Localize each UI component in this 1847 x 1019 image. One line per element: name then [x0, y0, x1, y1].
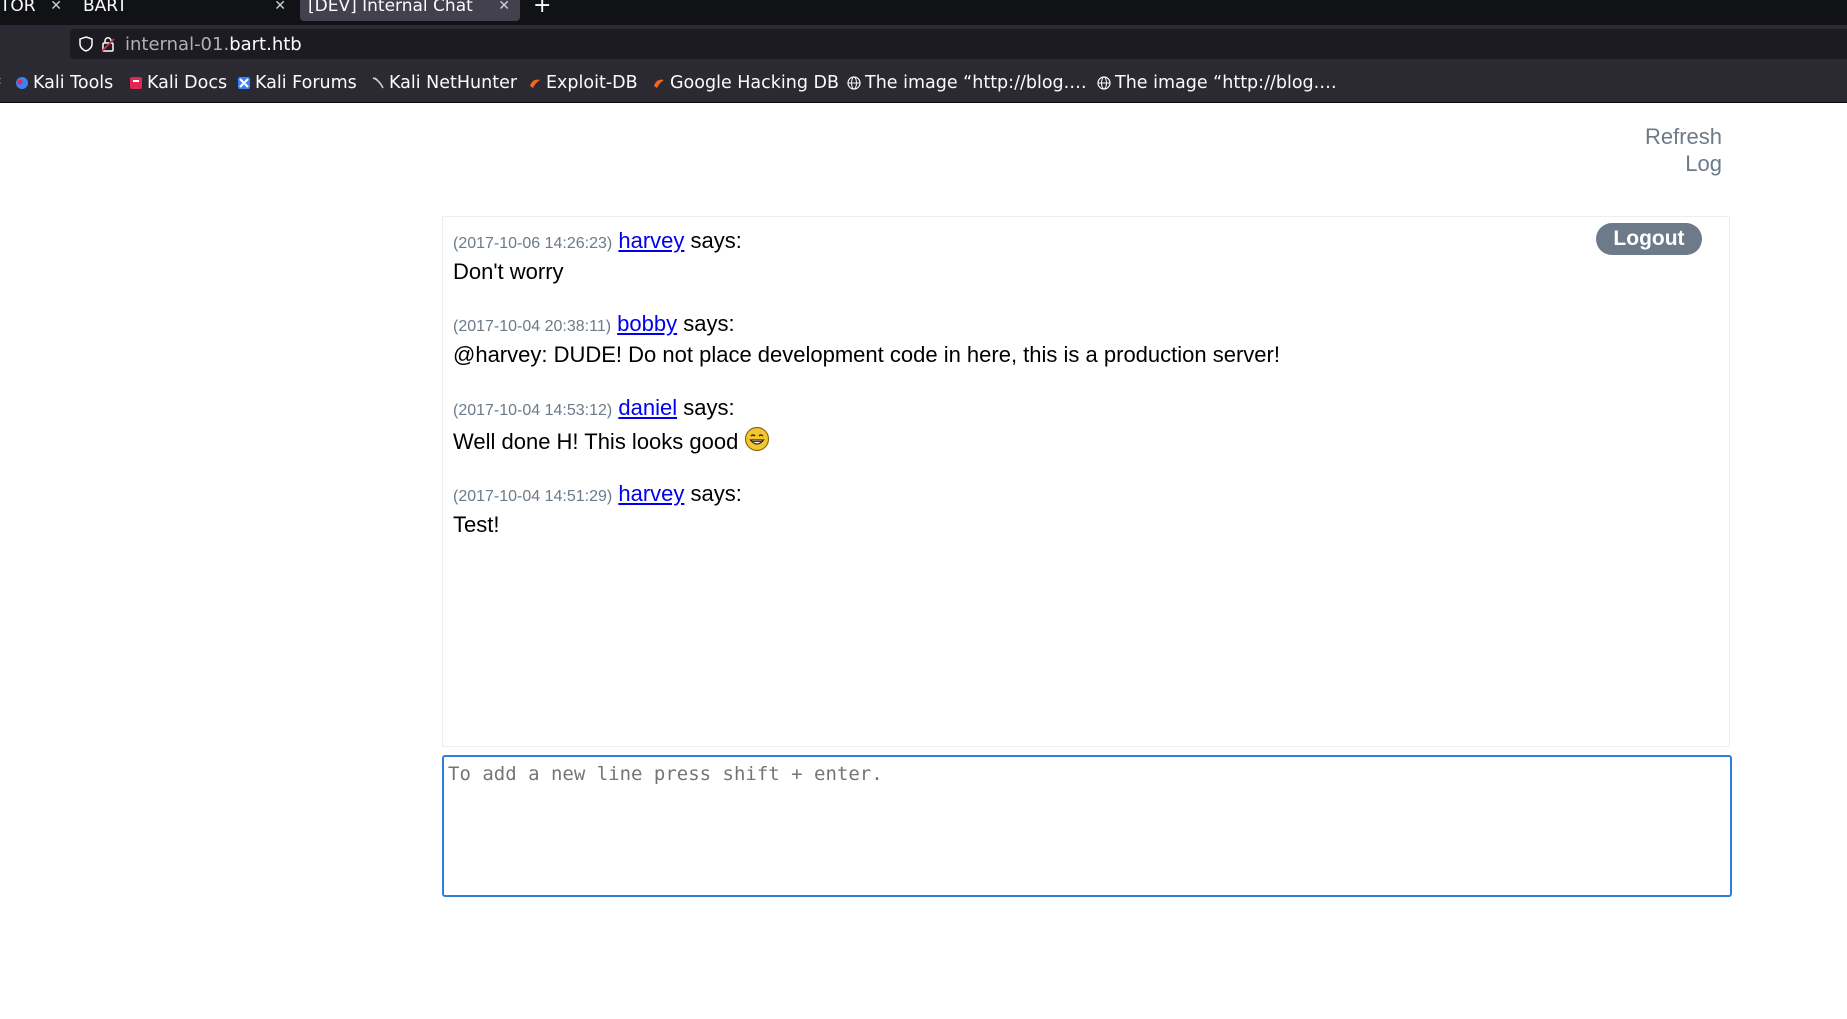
globe-icon [847, 76, 861, 90]
bookmarks-overflow[interactable]: ‹ [0, 73, 2, 89]
message-body: Well done H! This looks good [453, 429, 739, 454]
ghdb-icon [652, 76, 666, 90]
message-text: @harvey: DUDE! Do not place development … [453, 342, 1280, 368]
message-header: (2017-10-04 20:38:11) bobby says: [453, 310, 1280, 338]
tab-tor[interactable]: TOR ✕ [0, 0, 62, 21]
bookmark-label: The image “http://blog.… [865, 73, 1087, 93]
message-timestamp: (2017-10-04 14:53:12) [453, 402, 613, 419]
grin-emoji-icon [744, 426, 770, 458]
bookmark-blog-image-2[interactable]: The image “http://blog.… [1097, 73, 1337, 93]
message-says: says: [683, 311, 735, 336]
message-body: Don't worry [453, 259, 564, 284]
lock-insecure-icon[interactable] [100, 35, 116, 53]
tab-label: [DEV] Internal Chat [308, 0, 473, 16]
message-user-link[interactable]: daniel [618, 395, 677, 420]
bookmark-label: Google Hacking DB [670, 73, 840, 93]
tab-label: BART [83, 0, 128, 16]
kali-nethunter-icon [371, 76, 385, 90]
refresh-log-link[interactable]: Refresh Log [1632, 123, 1722, 177]
message-text: Test! [453, 512, 742, 538]
chat-message-input[interactable] [442, 755, 1732, 897]
shield-icon[interactable] [78, 35, 94, 53]
url-text[interactable]: internal-01.bart.htb [125, 34, 302, 55]
tab-internal-chat[interactable]: [DEV] Internal Chat ✕ [300, 0, 520, 21]
tab-label: TOR [0, 0, 36, 16]
url-domain: bart.htb [229, 33, 302, 55]
message-header: (2017-10-04 14:51:29) harvey says: [453, 480, 742, 508]
bookmark-label: Kali NetHunter [389, 73, 518, 93]
nav-bar: internal-01.bart.htb [0, 25, 1847, 62]
page-content: Refresh Log (2017-10-06 14:26:23) harvey… [0, 103, 1847, 1019]
message-header: (2017-10-04 14:53:12) daniel says: [453, 394, 770, 422]
tab-bart[interactable]: BART ✕ [83, 0, 286, 21]
close-icon[interactable]: ✕ [498, 0, 510, 14]
tab-bar: TOR ✕ BART ✕ [DEV] Internal Chat ✕ + [0, 0, 1847, 25]
chevron-left-icon: ‹ [0, 73, 2, 89]
chat-message: (2017-10-04 14:53:12) daniel says: Well … [453, 394, 770, 458]
message-body: Test! [453, 512, 500, 537]
message-body: @harvey: DUDE! Do not place development … [453, 342, 1280, 367]
message-says: says: [690, 481, 742, 506]
bookmark-kali-docs[interactable]: Kali Docs [129, 73, 227, 93]
chat-log[interactable]: (2017-10-06 14:26:23) harvey says: Don't… [442, 216, 1730, 747]
message-timestamp: (2017-10-04 20:38:11) [453, 318, 612, 335]
bookmark-label: Kali Docs [147, 73, 228, 93]
message-says: says: [690, 228, 742, 253]
bookmark-exploit-db[interactable]: Exploit-DB [528, 73, 638, 93]
message-user-link[interactable]: harvey [618, 228, 684, 253]
message-says: says: [683, 395, 735, 420]
globe-icon [1097, 76, 1111, 90]
bookmark-label: Kali Forums [255, 73, 357, 93]
message-header: (2017-10-06 14:26:23) harvey says: [453, 227, 742, 255]
logout-button[interactable]: Logout [1596, 223, 1702, 255]
bookmark-label: Exploit-DB [546, 73, 638, 93]
kali-forums-icon [237, 76, 251, 90]
url-subdomain: internal-01. [125, 33, 230, 55]
chat-message: (2017-10-04 14:51:29) harvey says: Test! [453, 480, 742, 538]
message-text: Don't worry [453, 259, 742, 285]
message-timestamp: (2017-10-04 14:51:29) [453, 488, 613, 505]
bookmark-kali-forums[interactable]: Kali Forums [237, 73, 357, 93]
bookmark-google-hacking-db[interactable]: Google Hacking DB [652, 73, 839, 93]
message-user-link[interactable]: bobby [617, 311, 677, 336]
bookmark-kali-nethunter[interactable]: Kali NetHunter [371, 73, 517, 93]
url-bar[interactable]: internal-01.bart.htb [70, 29, 1847, 59]
close-icon[interactable]: ✕ [50, 0, 62, 14]
exploit-db-icon [528, 76, 542, 90]
message-user-link[interactable]: harvey [618, 481, 684, 506]
close-icon[interactable]: ✕ [274, 0, 286, 14]
message-timestamp: (2017-10-06 14:26:23) [453, 235, 613, 252]
chat-message: (2017-10-04 20:38:11) bobby says: @harve… [453, 310, 1280, 368]
bookmark-label: The image “http://blog.… [1115, 73, 1337, 93]
bookmarks-bar: ‹ Kali Tools Kali Docs Kali Forums Kali … [0, 62, 1847, 103]
kali-tools-icon [15, 76, 29, 90]
bookmark-blog-image-1[interactable]: The image “http://blog.… [847, 73, 1087, 93]
kali-docs-icon [129, 76, 143, 90]
bookmark-kali-tools[interactable]: Kali Tools [15, 73, 113, 93]
bookmark-label: Kali Tools [33, 73, 114, 93]
chat-message: (2017-10-06 14:26:23) harvey says: Don't… [453, 227, 742, 285]
new-tab-button[interactable]: + [533, 0, 551, 21]
message-text: Well done H! This looks good [453, 426, 770, 458]
